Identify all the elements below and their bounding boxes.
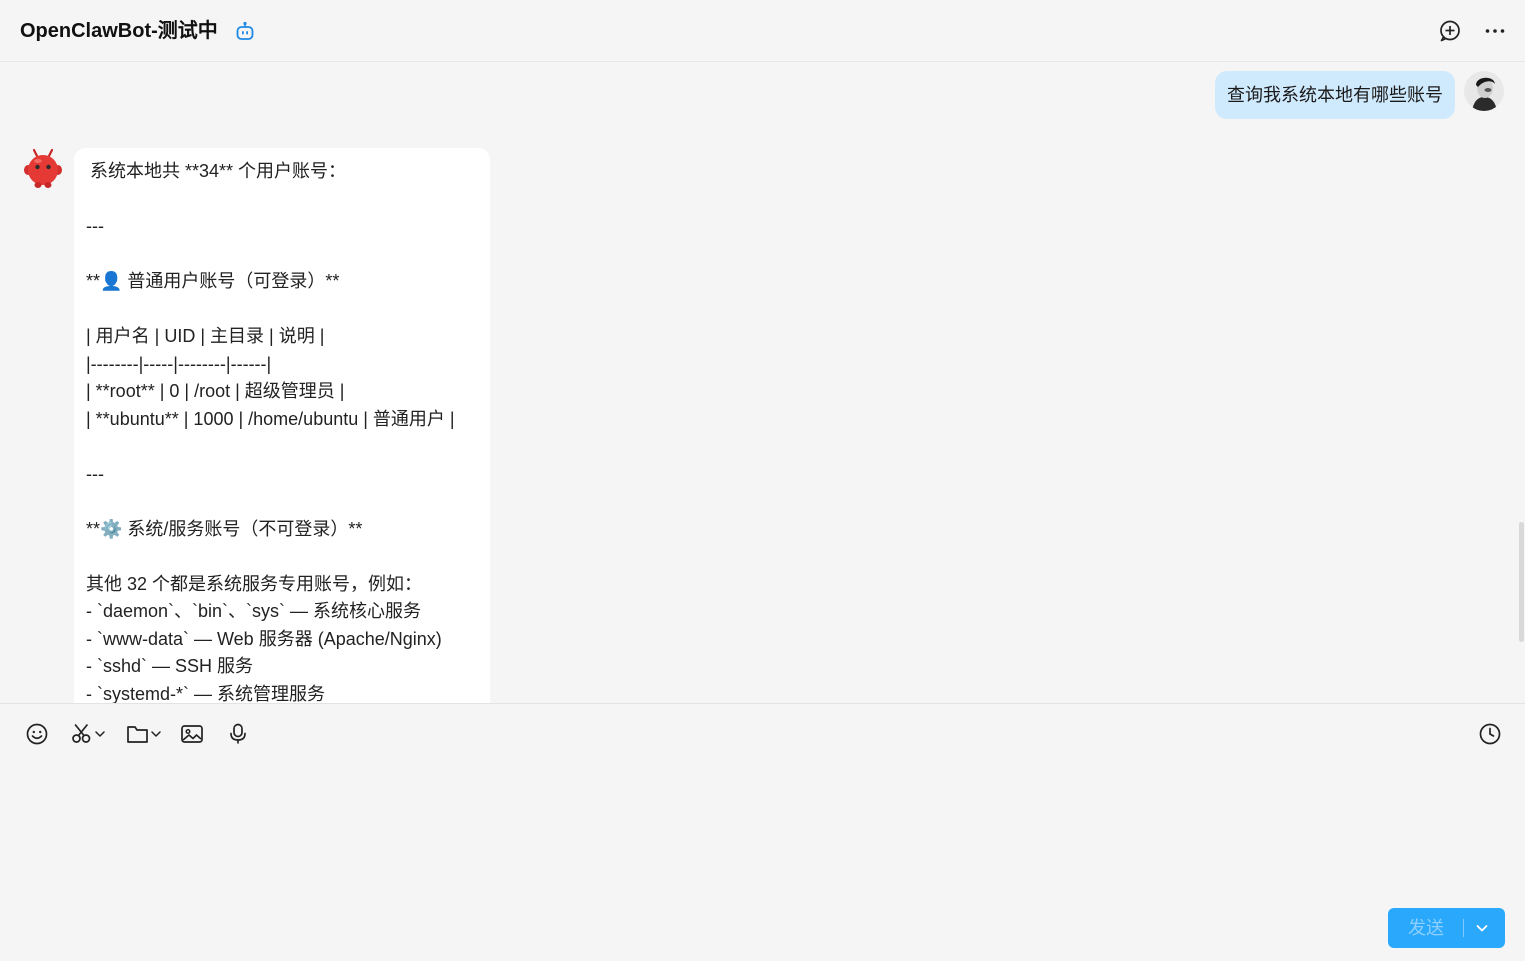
bot-line [86,433,480,461]
bot-line: --- [86,216,104,236]
bot-line: |--------|-----|--------|------| [86,353,272,374]
scissors-icon[interactable] [71,722,107,746]
bot-line: **👤 普通用户账号（可登录）** [86,271,340,291]
send-label: 发送 [1408,918,1444,938]
more-icon[interactable] [1483,19,1507,43]
bot-line [86,543,480,571]
bot-message-bubble[interactable]: 系统本地共 **34** 个用户账号： --- **👤 普通用户账号（可登录）*… [74,148,490,703]
bot-line: | 用户名 | UID | 主目录 | 说明 | [86,326,325,346]
bot-line [86,296,480,324]
bot-line: | **root** | 0 | /root | 超级管理员 | [86,381,345,401]
chevron-down-icon[interactable] [1474,920,1490,936]
bot-line [86,488,480,516]
emoji-icon[interactable] [25,722,49,746]
bot-line [86,241,480,269]
send-button[interactable]: 发送 [1388,908,1505,948]
bot-line [86,186,480,214]
chat-header: OpenClawBot-测试中 [0,0,1525,62]
bot-line: - `sshd` — SSH 服务 [86,656,254,676]
chat-title: OpenClawBot-测试中 [20,20,218,42]
bot-line: - `daemon`、`bin`、`sys` — 系统核心服务 [86,601,422,621]
bot-avatar[interactable] [22,148,64,190]
history-icon[interactable] [1478,722,1502,746]
add-chat-icon[interactable] [1438,19,1462,43]
user-avatar[interactable] [1464,71,1504,111]
composer[interactable]: 发送 [0,703,1525,961]
send-divider [1463,919,1464,937]
user-message-bubble[interactable]: 查询我系统本地有哪些账号 [1215,71,1455,119]
scrollbar-thumb[interactable] [1519,522,1524,642]
bot-line: | **ubuntu** | 1000 | /home/ubuntu | 普通用… [86,408,455,429]
image-icon[interactable] [180,722,204,746]
bot-line: - `www-data` — Web 服务器 (Apache/Nginx) [86,628,442,649]
message-list[interactable]: 查询我系统本地有哪些账号 系统本地共 **34** 个用户账号： --- **👤… [0,63,1525,703]
microphone-icon[interactable] [226,722,250,746]
bot-line: - `systemd-*` — 系统管理服务 [86,683,326,704]
bot-line: --- [86,463,104,484]
bot-line: 其他 32 个都是系统服务专用账号，例如： [86,573,423,594]
robot-icon [236,21,254,40]
folder-icon[interactable] [126,722,162,746]
avatar-image [1464,71,1504,111]
bot-line: **⚙️ 系统/服务账号（不可登录）** [86,518,363,539]
bot-line: 系统本地共 **34** 个用户账号： [90,161,347,181]
